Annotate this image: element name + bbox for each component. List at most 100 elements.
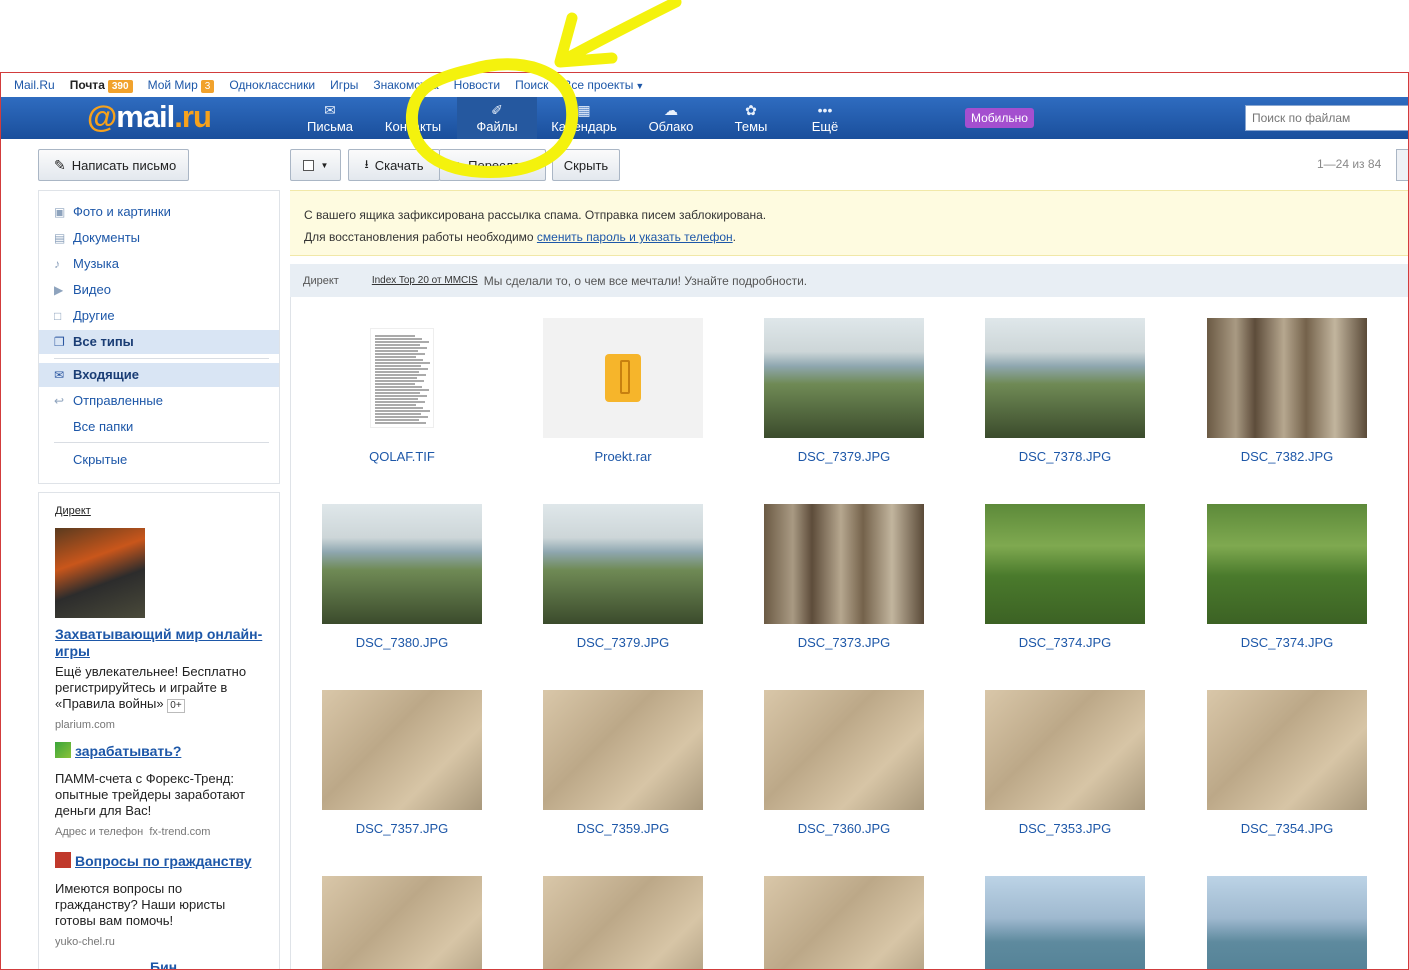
sidebar-item-all-folders[interactable]: Все папки [39,415,279,439]
file-tile[interactable]: Proekt.rar [543,318,703,464]
nav-contacts[interactable]: ☻ Контакты [373,97,453,139]
photo-thumbnail[interactable] [764,504,924,624]
file-name[interactable]: DSC_7378.JPG [985,449,1145,464]
nav-files[interactable]: ✐ Файлы [457,97,537,139]
photo-thumbnail[interactable] [985,504,1145,624]
select-all-checkbox-dropdown[interactable]: ▼ [290,149,341,181]
portal-link-news[interactable]: Новости [454,78,500,92]
photo-thumbnail[interactable] [543,504,703,624]
file-tile[interactable] [543,876,703,969]
ad-direct-label[interactable]: Директ [55,505,91,517]
sidebar-item-images[interactable]: ▣ Фото и картинки [39,200,279,224]
file-tile[interactable]: DSC_7382.JPG [1207,318,1367,464]
nav-letters[interactable]: ✉ Письма [290,97,370,139]
nav-themes[interactable]: ✿ Темы [711,97,791,139]
file-name[interactable]: DSC_7353.JPG [985,821,1145,836]
file-name[interactable]: DSC_7360.JPG [764,821,924,836]
portal-link-all-projects[interactable]: Все проекты ▼ [563,78,644,92]
sidebar-item-documents[interactable]: ▤ Документы [39,226,279,250]
file-name[interactable]: DSC_7382.JPG [1207,449,1367,464]
photo-thumbnail[interactable] [1207,504,1367,624]
portal-link-search[interactable]: Поиск [515,78,548,92]
file-tile[interactable] [322,876,482,969]
mobile-button[interactable]: Мобильно [965,108,1034,128]
photo-thumbnail[interactable] [985,318,1145,438]
nav-more[interactable]: ••• Ещё [785,97,865,139]
sidebar-item-sent[interactable]: ↩ Отправленные [39,389,279,413]
photo-thumbnail[interactable] [1207,318,1367,438]
file-tile[interactable] [1207,876,1367,969]
pagination-next-button[interactable] [1396,149,1408,181]
file-tile[interactable]: DSC_7374.JPG [1207,504,1367,650]
archive-thumbnail[interactable] [543,318,703,438]
photo-thumbnail[interactable] [322,690,482,810]
ad-game-title[interactable]: Захватывающий мир онлайн-игры [55,626,265,660]
file-tile[interactable] [985,876,1145,969]
portal-link-games[interactable]: Игры [330,78,358,92]
file-name[interactable]: DSC_7373.JPG [764,635,924,650]
file-name[interactable]: DSC_7379.JPG [764,449,924,464]
ad-forex-source[interactable]: Адрес и телефон fx-trend.com [55,826,210,838]
portal-link-mail[interactable]: Почта 390 [70,78,133,93]
file-name[interactable]: DSC_7354.JPG [1207,821,1367,836]
file-name[interactable]: QOLAF.TIF [322,449,482,464]
file-name[interactable]: DSC_7357.JPG [322,821,482,836]
photo-thumbnail[interactable] [764,318,924,438]
ad-forex-title[interactable]: зарабатывать? [55,742,265,760]
photo-thumbnail[interactable] [764,690,924,810]
ad-game-source[interactable]: plarium.com [55,719,115,731]
file-name[interactable]: DSC_7374.JPG [1207,635,1367,650]
portal-link-odnoklassniki[interactable]: Одноклассники [229,78,315,92]
ad-game-image[interactable] [55,528,145,618]
photo-thumbnail[interactable] [322,876,482,969]
direct-ad-text[interactable]: Мы сделали то, о чем все мечтали! Узнайт… [484,274,807,288]
file-tile[interactable]: DSC_7360.JPG [764,690,924,836]
file-name[interactable]: Proekt.rar [543,449,703,464]
photo-thumbnail[interactable] [1207,690,1367,810]
search-input[interactable] [1245,105,1408,131]
portal-link-myworld[interactable]: Мой Мир 3 [148,78,215,93]
nav-cloud[interactable]: ☁ Облако [631,97,711,139]
file-tile[interactable]: DSC_7357.JPG [322,690,482,836]
file-name[interactable]: DSC_7379.JPG [543,635,703,650]
hide-button[interactable]: Скрыть [552,149,620,181]
sidebar-item-video[interactable]: ▶ Видео [39,278,279,302]
file-tile[interactable]: DSC_7379.JPG [543,504,703,650]
file-tile[interactable]: DSC_7353.JPG [985,690,1145,836]
file-tile[interactable]: DSC_7379.JPG [764,318,924,464]
photo-thumbnail[interactable] [543,876,703,969]
file-tile[interactable]: QOLAF.TIF [322,318,482,464]
file-tile[interactable] [764,876,924,969]
file-tile[interactable]: DSC_7380.JPG [322,504,482,650]
file-tile[interactable]: DSC_7359.JPG [543,690,703,836]
photo-thumbnail[interactable] [322,504,482,624]
file-tile[interactable]: DSC_7373.JPG [764,504,924,650]
mailru-logo[interactable]: @mail.ru [87,99,212,135]
photo-thumbnail[interactable] [543,690,703,810]
photo-thumbnail[interactable] [985,690,1145,810]
sidebar-item-all-types[interactable]: ❐ Все типы [39,330,279,354]
file-name[interactable]: DSC_7374.JPG [985,635,1145,650]
file-name[interactable]: DSC_7359.JPG [543,821,703,836]
direct-ad-title[interactable]: Index Top 20 от MMCIS [372,275,478,286]
photo-thumbnail[interactable] [1207,876,1367,969]
photo-thumbnail[interactable] [764,876,924,969]
photo-thumbnail[interactable] [985,876,1145,969]
ad-partial-title[interactable]: Бин [150,959,210,969]
download-button[interactable]: ⭳ Скачать [348,149,440,181]
document-thumbnail[interactable] [322,318,482,438]
sidebar-item-music[interactable]: ♪ Музыка [39,252,279,276]
sidebar-item-inbox[interactable]: ✉ Входящие [39,363,279,387]
sidebar-item-hidden[interactable]: Скрытые [39,448,279,472]
ad-citizenship-title[interactable]: Вопросы по гражданству [55,852,265,870]
forward-button[interactable]: ➜ Переслать [439,149,546,181]
file-tile[interactable]: DSC_7354.JPG [1207,690,1367,836]
file-tile[interactable]: DSC_7378.JPG [985,318,1145,464]
nav-calendar[interactable]: ▦ Календарь [544,97,624,139]
portal-link-dating[interactable]: Знакомства [373,78,438,92]
portal-link-mailru[interactable]: Mail.Ru [14,78,55,92]
compose-button[interactable]: ✎ Написать письмо [38,149,189,181]
file-tile[interactable]: DSC_7374.JPG [985,504,1145,650]
file-name[interactable]: DSC_7380.JPG [322,635,482,650]
ad-citizenship-source[interactable]: yuko-chel.ru [55,936,115,948]
